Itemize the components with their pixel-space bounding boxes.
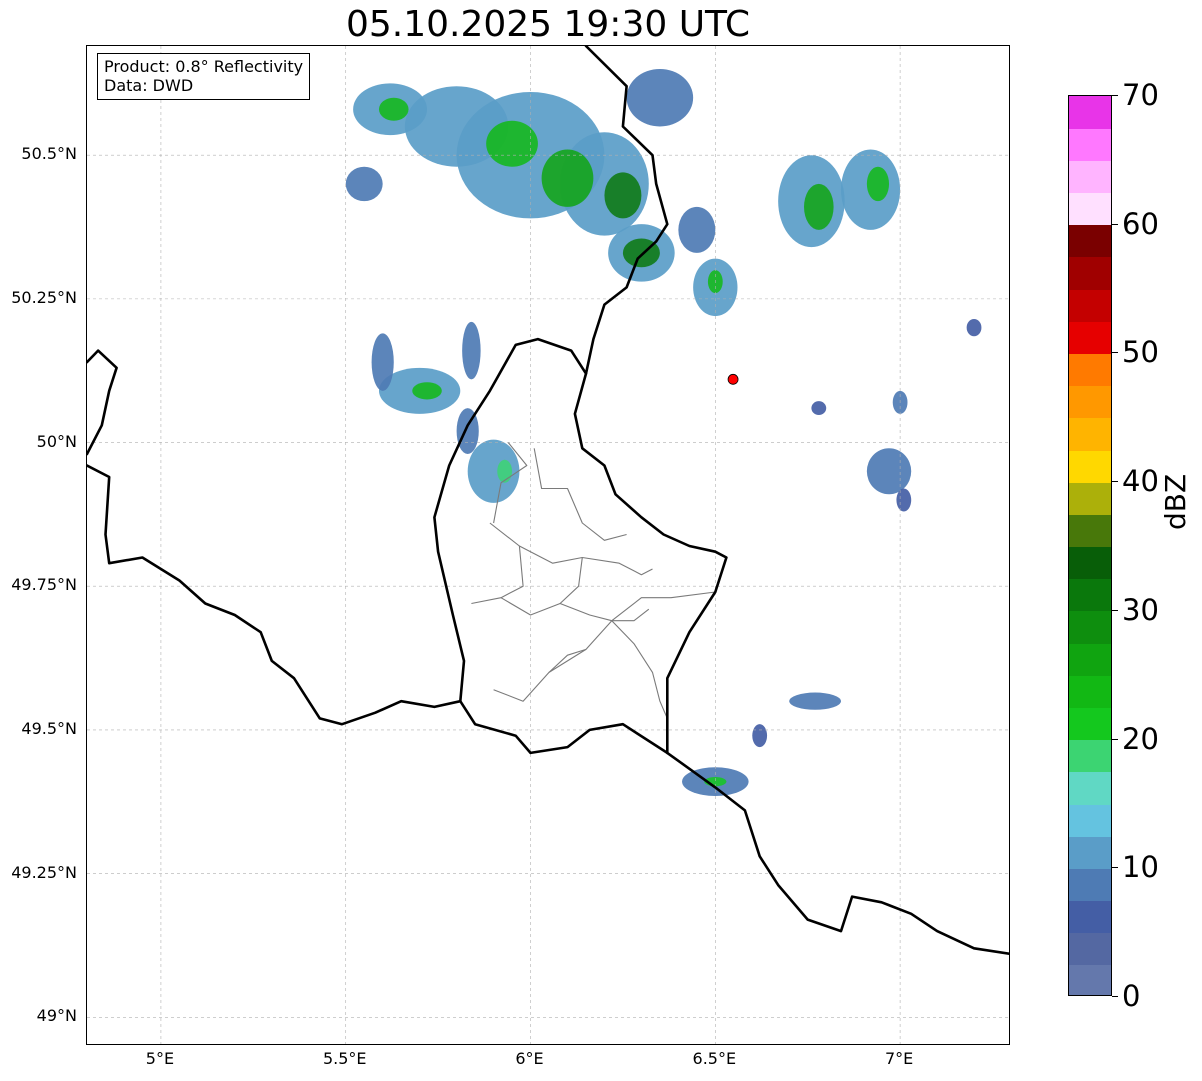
region-border (471, 545, 524, 605)
latitude-tick-label: 49.75°N (11, 575, 77, 595)
precipitation-cell (626, 68, 694, 127)
region-border (611, 620, 668, 719)
colorbar-label: dBZ (1159, 473, 1192, 530)
colorbar-tick-label: 10 (1122, 850, 1159, 885)
precipitation-core (604, 172, 642, 219)
precipitation-cell (811, 401, 827, 415)
colorbar-tick-mark (1112, 352, 1118, 354)
colorbar-segment (1069, 675, 1111, 708)
precipitation-cell (789, 692, 841, 710)
colorbar-tick-label: 70 (1122, 78, 1159, 112)
latitude-tick-label: 50°N (36, 431, 77, 451)
colorbar-segment (1069, 739, 1111, 773)
colorbar-tick-label: 40 (1122, 464, 1159, 499)
precipitation-cell (752, 724, 768, 748)
colorbar-segment (1069, 514, 1111, 548)
precipitation-cell (371, 333, 394, 391)
colorbar-segment (1069, 128, 1111, 161)
precipitation-core (541, 149, 594, 207)
precipitation-cell (966, 318, 982, 337)
latitude-tick-label: 49.5°N (21, 718, 77, 738)
radar-site-marker[interactable] (727, 373, 739, 385)
colorbar-segment (1069, 836, 1111, 869)
national-border (433, 337, 728, 755)
colorbar-tick-mark (1112, 996, 1118, 997)
precipitation-core-layer (378, 97, 890, 787)
colorbar-segment (1069, 224, 1111, 258)
colorbar-segment (1069, 160, 1111, 194)
colorbar-tick-label: 30 (1122, 592, 1159, 627)
national-border (87, 464, 1009, 956)
data-source-label: Data: DWD (104, 76, 194, 95)
colorbar-segment (1069, 932, 1111, 966)
colorbar-tick-label: 0 (1122, 979, 1141, 1013)
longitude-tick-label: 7°E (884, 1049, 914, 1068)
precipitation-cell (678, 206, 716, 253)
precipitation-cell (345, 166, 383, 202)
colorbar-segment (1069, 96, 1111, 129)
colorbar-tick-mark (1112, 95, 1118, 96)
radar-site-layer (727, 373, 739, 385)
longitude-tick-label: 5°E (145, 1049, 175, 1068)
product-label: Product: 0.8° Reflectivity (104, 57, 304, 76)
colorbar-segment (1069, 610, 1111, 644)
precipitation-core (412, 382, 442, 400)
colorbar-segment (1069, 482, 1111, 515)
latitude-tick-label: 49.25°N (11, 862, 77, 882)
colorbar-segment (1069, 321, 1111, 355)
radar-map[interactable] (86, 45, 1010, 1045)
radar-map-canvas (87, 46, 1009, 1044)
colorbar-segment (1069, 578, 1111, 612)
latitude-tick-label: 49°N (36, 1006, 77, 1026)
colorbar-tick-label: 60 (1122, 206, 1159, 241)
latitude-tick-label: 50.5°N (21, 144, 77, 164)
precipitation-core (497, 459, 513, 483)
precipitation-core (378, 97, 409, 121)
precipitation-core (866, 166, 890, 202)
colorbar-tick-mark (1112, 481, 1118, 483)
colorbar (1068, 95, 1112, 996)
map-title: 05.10.2025 19:30 UTC (345, 4, 751, 45)
colorbar-segment (1069, 449, 1111, 483)
colorbar-segment (1069, 385, 1111, 419)
colorbar-segment (1069, 417, 1111, 451)
longitude-tick-label: 6.5°E (692, 1049, 737, 1068)
colorbar-segment (1069, 256, 1111, 290)
colorbar-segment (1069, 868, 1111, 902)
product-info-box: Product: 0.8° Reflectivity Data: DWD (97, 53, 311, 100)
colorbar-tick-mark (1112, 223, 1118, 225)
colorbar-tick-label: 50 (1122, 335, 1159, 370)
longitude-tick-label: 6°E (515, 1049, 544, 1068)
colorbar-segment (1069, 707, 1111, 741)
colorbar-segment (1069, 546, 1111, 580)
colorbar-segment (1069, 643, 1111, 676)
colorbar-tick-mark (1112, 867, 1118, 869)
region-border (559, 557, 650, 622)
national-border (87, 349, 118, 456)
colorbar-segment (1069, 964, 1111, 995)
colorbar-tick-mark (1112, 738, 1118, 740)
longitude-tick-label: 5.5°E (322, 1049, 367, 1068)
precipitation-cell (866, 448, 912, 495)
latitude-tick-label: 50.25°N (11, 287, 77, 307)
colorbar-segment (1069, 289, 1111, 322)
colorbar-segment (1069, 192, 1111, 226)
region-border (493, 620, 613, 702)
colorbar-tick-label: 20 (1122, 721, 1159, 756)
colorbar-segment (1069, 771, 1111, 805)
precipitation-core (486, 120, 538, 167)
colorbar-segment (1069, 900, 1111, 934)
precipitation-cell (896, 488, 912, 512)
region-border (533, 448, 627, 541)
colorbar-segment (1069, 803, 1111, 837)
colorbar-segment (1069, 353, 1111, 387)
region-border (489, 522, 653, 576)
precipitation-cell (462, 321, 481, 380)
colorbar-tick-mark (1112, 609, 1118, 611)
precipitation-core (804, 183, 834, 230)
